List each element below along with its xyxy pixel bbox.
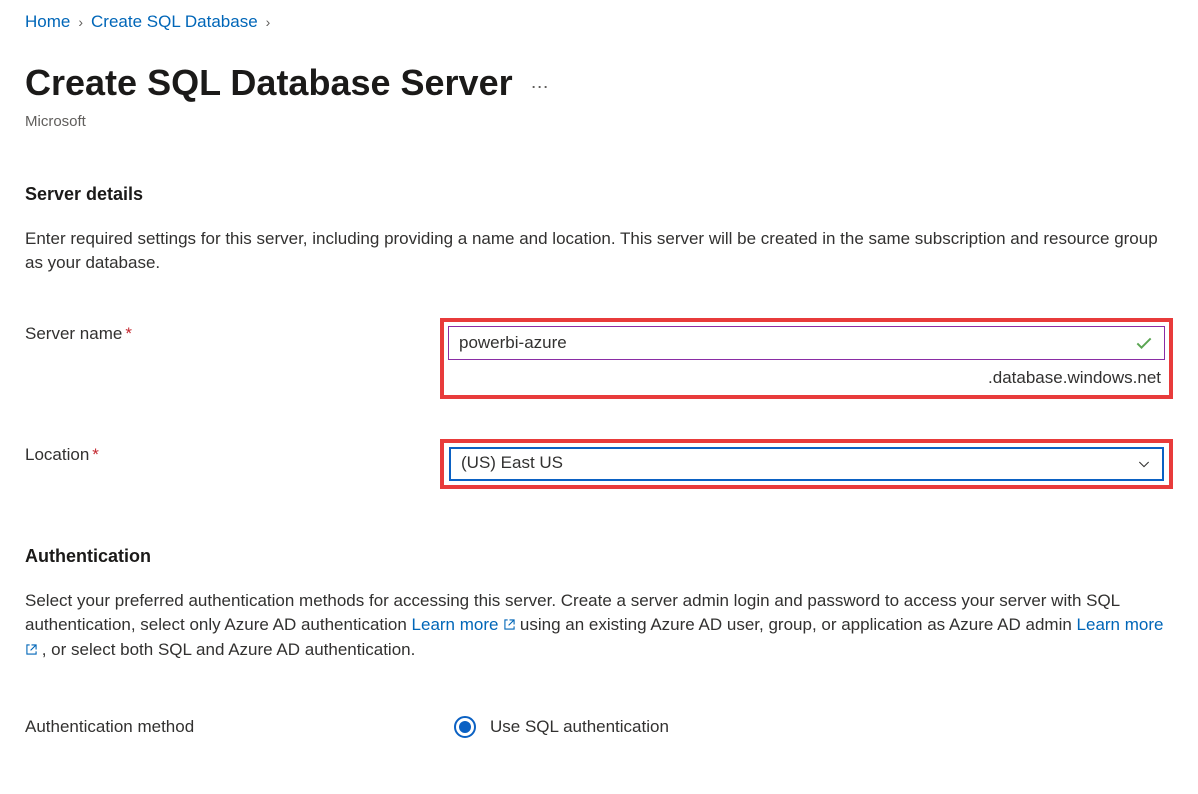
checkmark-icon (1134, 333, 1154, 353)
server-name-input[interactable] (459, 333, 1134, 353)
chevron-down-icon (1136, 456, 1152, 472)
highlight-annotation: (US) East US (440, 439, 1173, 489)
external-link-icon (26, 644, 37, 655)
authentication-description: Select your preferred authentication met… (25, 589, 1173, 663)
page-title: Create SQL Database Server (25, 57, 513, 109)
auth-method-option-sql-label: Use SQL authentication (490, 715, 669, 740)
breadcrumb-create-sql-db[interactable]: Create SQL Database (91, 10, 258, 35)
required-asterisk: * (125, 324, 132, 343)
chevron-right-icon: › (78, 12, 83, 32)
server-details-description: Enter required settings for this server,… (25, 227, 1173, 276)
location-select[interactable]: (US) East US (449, 447, 1164, 481)
page-subtitle: Microsoft (25, 111, 1173, 133)
more-actions-button[interactable]: ⋯ (531, 66, 550, 100)
auth-method-radio-sql[interactable] (454, 716, 476, 738)
chevron-right-icon: › (266, 12, 271, 32)
breadcrumb-home[interactable]: Home (25, 10, 70, 35)
radio-selected-icon (459, 721, 471, 733)
server-name-label: Server name* (25, 318, 440, 347)
auth-method-label: Authentication method (25, 715, 440, 740)
location-select-value: (US) East US (461, 451, 563, 476)
external-link-icon (504, 619, 515, 630)
server-name-suffix: .database.windows.net (448, 360, 1165, 391)
highlight-annotation: .database.windows.net (440, 318, 1173, 399)
server-name-input-wrap[interactable] (448, 326, 1165, 360)
learn-more-link-1[interactable]: Learn more (412, 615, 516, 634)
breadcrumb: Home › Create SQL Database › (25, 10, 1173, 35)
section-heading-server-details: Server details (25, 181, 1173, 207)
section-heading-authentication: Authentication (25, 543, 1173, 569)
location-label: Location* (25, 439, 440, 468)
required-asterisk: * (92, 445, 99, 464)
